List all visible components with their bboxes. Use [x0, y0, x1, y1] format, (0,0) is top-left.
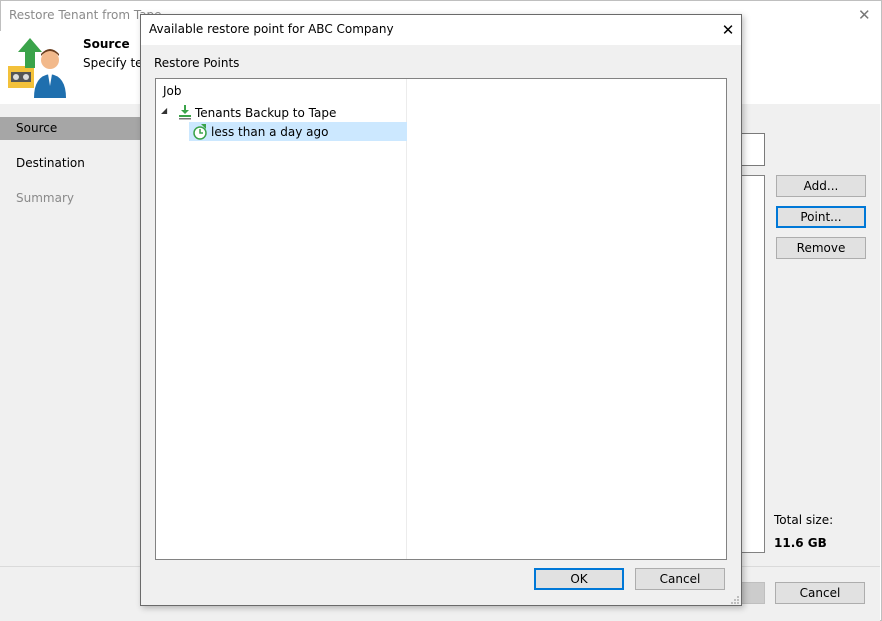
cancel-button[interactable]: Cancel — [635, 568, 725, 590]
dialog-title: Available restore point for ABC Company — [149, 22, 394, 36]
restore-points-label: Restore Points — [154, 56, 240, 70]
tree-item-job[interactable]: Tenants Backup to Tape — [195, 106, 336, 120]
wizard-title: Restore Tenant from Tape — [9, 8, 162, 22]
wizard-close-icon[interactable]: ✕ — [858, 6, 871, 24]
total-size-value: 11.6 GB — [774, 536, 827, 550]
add-button[interactable]: Add... — [776, 175, 866, 197]
next-button — [740, 582, 765, 604]
nav-item-destination[interactable]: Destination — [0, 152, 140, 175]
collapse-triangle-icon[interactable]: ◢ — [161, 106, 167, 115]
column-splitter[interactable] — [406, 79, 407, 559]
nav-item-source[interactable]: Source — [0, 117, 140, 140]
tenant-list[interactable] — [741, 175, 765, 553]
tenant-restore-icon — [6, 36, 68, 98]
tree-item-restore-point-label[interactable]: less than a day ago — [211, 125, 329, 139]
column-header-job[interactable]: Job — [163, 84, 182, 98]
nav-item-summary: Summary — [16, 191, 74, 205]
remove-button[interactable]: Remove — [776, 237, 866, 259]
tenant-input[interactable] — [741, 133, 765, 166]
ok-button[interactable]: OK — [534, 568, 624, 590]
tape-backup-job-icon — [178, 104, 192, 120]
wizard-step-title: Source — [83, 37, 130, 51]
dialog-close-icon[interactable]: ✕ — [715, 15, 741, 45]
restore-points-tree[interactable] — [155, 78, 727, 560]
point-button[interactable]: Point... — [776, 206, 866, 228]
wizard-cancel-button[interactable]: Cancel — [775, 582, 865, 604]
resize-grip-icon[interactable] — [730, 594, 740, 604]
restore-point-clock-icon — [192, 124, 208, 140]
total-size-label: Total size: — [774, 513, 834, 527]
